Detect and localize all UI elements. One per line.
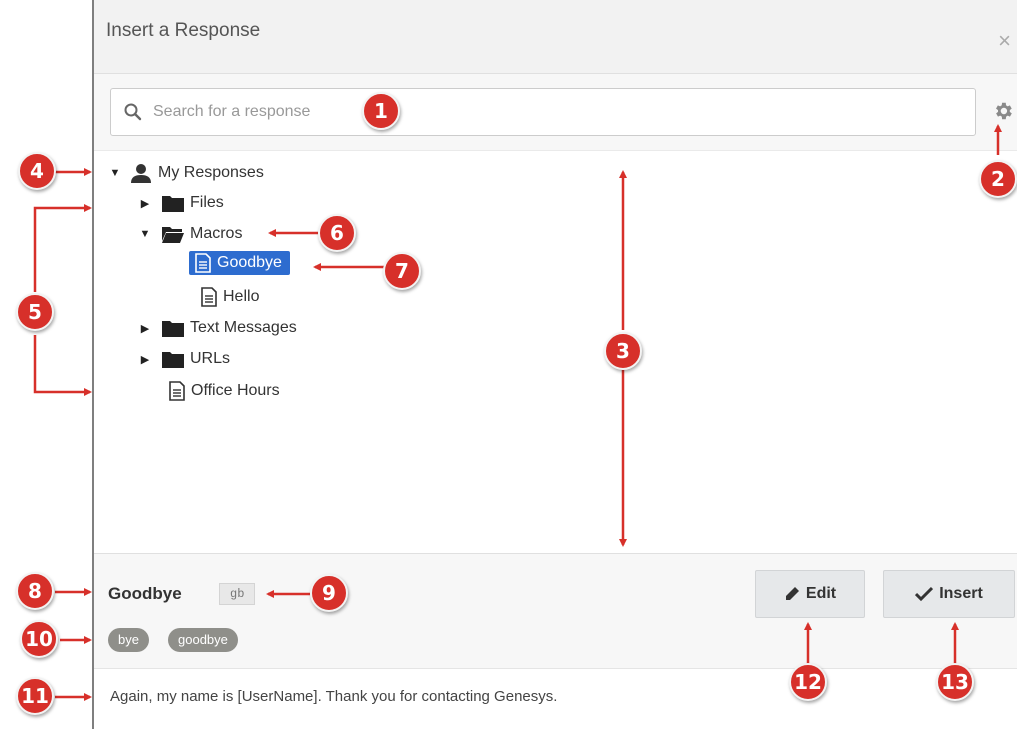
collapsed-caret-icon[interactable]: ▶ — [138, 322, 152, 335]
edit-button-label: Edit — [805, 585, 837, 602]
tree-label: URLs — [190, 350, 231, 367]
gear-icon[interactable] — [992, 100, 1014, 122]
callout-badge: 1 — [362, 92, 400, 130]
callout-badge: 4 — [18, 152, 56, 190]
collapsed-caret-icon[interactable]: ▶ — [138, 197, 152, 210]
response-tag: bye — [108, 628, 149, 652]
callout-badge: 10 — [20, 620, 58, 658]
user-icon — [131, 164, 151, 183]
tree-item-macros[interactable]: ▼ Macros — [138, 225, 242, 243]
callout-badge: 5 — [16, 293, 54, 331]
search-box[interactable] — [110, 88, 976, 136]
tree-item-goodbye[interactable]: Goodbye — [189, 251, 290, 275]
search-input[interactable] — [153, 99, 853, 125]
expanded-caret-icon[interactable]: ▼ — [138, 228, 152, 240]
edit-button[interactable]: Edit — [755, 570, 865, 618]
response-tag: goodbye — [168, 628, 238, 652]
folder-icon — [162, 196, 184, 212]
callout-badge: 7 — [383, 252, 421, 290]
document-icon — [169, 381, 185, 401]
tree-root-my-responses[interactable]: ▼ My Responses — [108, 163, 264, 183]
response-name: Goodbye — [108, 584, 182, 603]
tree-label: Files — [190, 194, 224, 211]
tree-item-office-hours[interactable]: Office Hours — [169, 381, 280, 401]
tree-item-text-messages[interactable]: ▶ Text Messages — [138, 319, 297, 337]
tree-label: Text Messages — [190, 319, 297, 336]
document-icon — [195, 253, 211, 273]
tree-label: My Responses — [158, 164, 264, 181]
tree-item-urls[interactable]: ▶ URLs — [138, 350, 230, 368]
response-text: Again, my name is [UserName]. Thank you … — [110, 688, 558, 705]
tree-item-files[interactable]: ▶ Files — [138, 194, 224, 212]
tree-label: Goodbye — [217, 254, 282, 271]
collapsed-caret-icon[interactable]: ▶ — [138, 353, 152, 366]
tree-item-hello[interactable]: Hello — [201, 287, 259, 307]
callout-badge: 6 — [318, 214, 356, 252]
tree-label: Macros — [190, 225, 243, 242]
expanded-caret-icon[interactable]: ▼ — [108, 167, 122, 179]
insert-button-label: Insert — [939, 585, 983, 602]
folder-open-icon — [162, 227, 184, 243]
folder-icon — [162, 321, 184, 337]
insert-response-panel: Insert a Response × ▼ My Responses ▶ — [92, 0, 1017, 729]
tree-label: Office Hours — [191, 382, 280, 399]
callout-badge: 11 — [16, 677, 54, 715]
panel-title: Insert a Response — [106, 20, 261, 41]
callout-badge: 8 — [16, 572, 54, 610]
search-icon — [124, 103, 142, 121]
callout-badge: 3 — [604, 332, 642, 370]
pencil-icon — [785, 587, 799, 600]
folder-icon — [162, 352, 184, 368]
response-preview: Again, my name is [UserName]. Thank you … — [94, 668, 1017, 729]
callout-badge: 9 — [310, 574, 348, 612]
response-details: Goodbye gb bye goodbye Edit Insert Again… — [94, 555, 1017, 729]
close-icon[interactable]: × — [998, 28, 1011, 54]
callout-badge: 13 — [936, 663, 974, 701]
checkmark-icon — [915, 586, 934, 602]
panel-header: Insert a Response × — [94, 0, 1017, 74]
insert-button[interactable]: Insert — [883, 570, 1015, 618]
document-icon — [201, 287, 217, 307]
callout-badge: 2 — [979, 160, 1017, 198]
response-tree: ▼ My Responses ▶ Files ▼ Macros Goodbye … — [94, 150, 1017, 554]
tree-label: Hello — [223, 288, 260, 305]
response-shortcut: gb — [219, 583, 256, 605]
callout-badge: 12 — [789, 663, 827, 701]
